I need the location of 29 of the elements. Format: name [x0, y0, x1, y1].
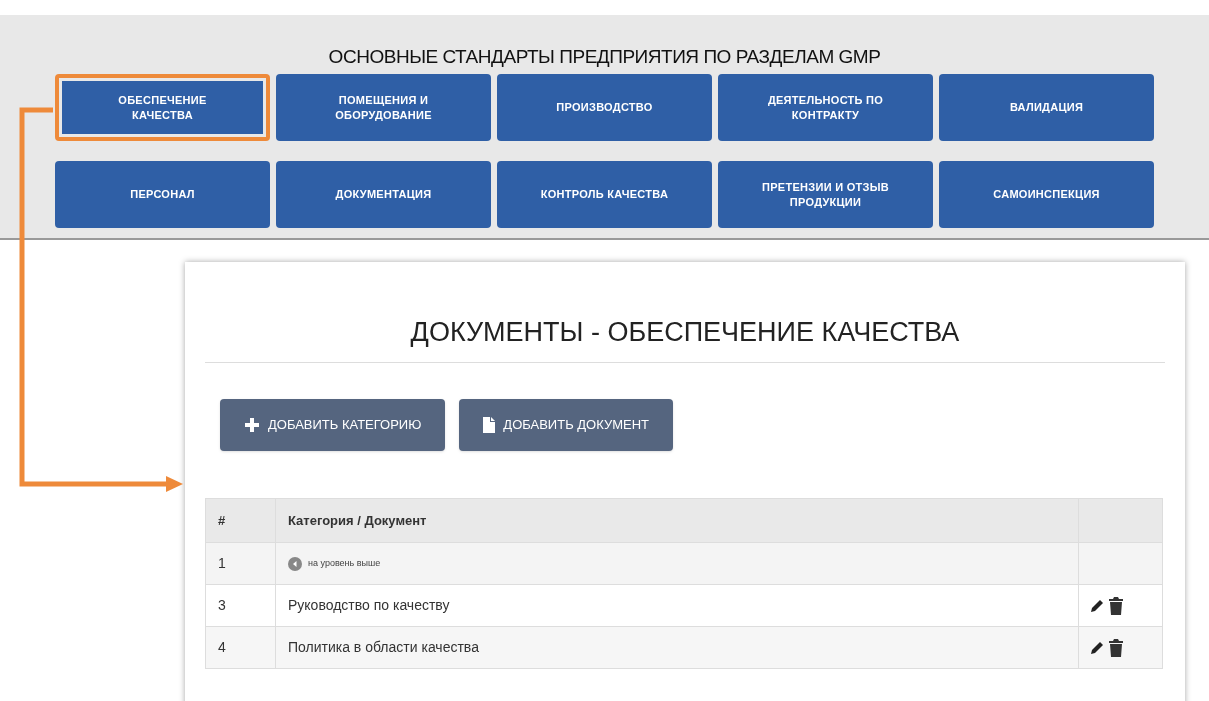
trash-icon[interactable] [1109, 596, 1123, 615]
table-cell: 3 [205, 584, 276, 627]
panel-title: ДОКУМЕНТЫ - ОБЕСПЕЧЕНИЕ КАЧЕСТВА [409, 316, 961, 349]
up-level-link[interactable]: на уровень выше [308, 556, 381, 571]
table-cell: 4 [205, 626, 276, 669]
trash-icon[interactable] [1109, 638, 1123, 657]
section-tab[interactable]: ДЕЯТЕЛЬНОСТЬ ПО КОНТРАКТУ [718, 74, 933, 141]
section-tab[interactable]: ПЕРСОНАЛ [55, 161, 270, 228]
section-tab[interactable]: ПОМЕЩЕНИЯ И ОБОРУДОВАНИЕ [276, 74, 491, 141]
section-tab[interactable]: ДОКУМЕНТАЦИЯ [276, 161, 491, 228]
section-tab[interactable]: ПРОИЗВОДСТВО [497, 74, 712, 141]
table-cell: Руководство по качеству [275, 584, 1079, 627]
document-icon [483, 417, 496, 433]
column-header: # [205, 498, 276, 543]
back-icon [288, 556, 302, 571]
add-button[interactable]: ДОБАВИТЬ ДОКУМЕНТ [459, 399, 673, 451]
section-tab[interactable]: ВАЛИДАЦИЯ [939, 74, 1154, 141]
section-tab[interactable]: ОБЕСПЕЧЕНИЕ КАЧЕСТВА [55, 74, 270, 141]
add-button[interactable]: ДОБАВИТЬ КАТЕГОРИЮ [220, 399, 446, 451]
pencil-icon[interactable] [1089, 639, 1105, 656]
pencil-icon[interactable] [1089, 597, 1105, 614]
section-tab[interactable]: КОНТРОЛЬ КАЧЕСТВА [497, 161, 712, 228]
page-title: ОСНОВНЫЕ СТАНДАРТЫ ПРЕДПРИЯТИЯ ПО РАЗДЕЛАМ GMP [327, 45, 882, 69]
column-header: Категория / Документ [275, 498, 1079, 543]
table-cell: 1 [205, 542, 276, 585]
section-tab[interactable]: ПРЕТЕНЗИИ И ОТЗЫВ ПРОДУКЦИИ [718, 161, 933, 228]
table-cell: Политика в области качества [275, 626, 1079, 669]
section-tab[interactable]: САМОИНСПЕКЦИЯ [939, 161, 1154, 228]
plus-icon [244, 417, 260, 433]
